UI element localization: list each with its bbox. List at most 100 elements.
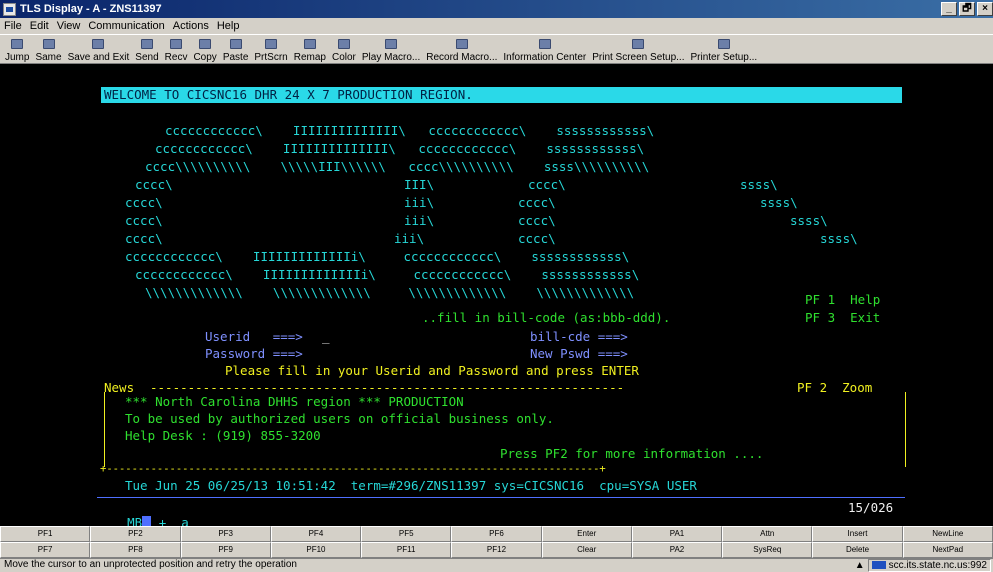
terminal-screen[interactable]: WELCOME TO CICSNC16 DHR 24 X 7 PRODUCTIO… [0,64,993,530]
key-pf6-button[interactable]: PF6 [451,526,542,542]
key-row-2: PF7 PF8 PF9 PF10 PF11 PF12 Clear PA2 SysReq Delet… [0,542,993,558]
scroll-up-icon: ▲ [854,559,865,571]
key-pf2-button[interactable]: PF2 [90,526,181,542]
toolbar-label: Recv [164,52,188,63]
key-nextpad-button[interactable]: NextPad [902,542,993,558]
toolbar-prtscrn-button[interactable]: PrtScrn [251,35,290,63]
toolbar-recv-button[interactable]: Recv [162,35,191,63]
key-pa2-button[interactable]: PA2 [631,542,723,558]
remap-icon [303,39,316,49]
terminal-status-line: Tue Jun 25 06/25/13 10:51:42 term=#296/Z… [125,478,697,493]
menu-view[interactable]: View [53,20,85,32]
minimize-button[interactable]: _ [941,2,957,16]
key-sysreq-button[interactable]: SysReq [722,542,813,558]
key-pa1-button[interactable]: PA1 [631,526,723,542]
key-clear-button[interactable]: Clear [541,542,632,558]
window-title-bar[interactable]: TLS Display - A - ZNS11397 _ 🗗 × [0,0,993,18]
toolbar-color-button[interactable]: Color [329,35,359,63]
window-title: TLS Display - A - ZNS11397 [20,3,162,15]
toolbar: Jump Same Save and Exit Send Recv Copy Paste Pr… [0,34,993,64]
key-panel: PF1 PF2 PF3 PF4 PF5 PF6 Enter PA1 Attn Insert NewL… [0,526,993,558]
key-pf4-button[interactable]: PF4 [270,526,362,542]
toolbar-label: Remap [293,52,326,63]
logo-row-5-c2: cccc\ [518,195,556,210]
menu-file[interactable]: File [0,20,26,32]
toolbar-label: Paste [222,52,249,63]
toolbar-jump-button[interactable]: Jump [2,35,32,63]
printer-setup-icon [717,39,730,49]
billcode-hint: ..fill in bill-code (as:bbb-ddd). [422,310,671,325]
news-bottom-border: +---------------------------------------… [100,463,606,475]
welcome-text: WELCOME TO CICSNC16 DHR 24 X 7 PRODUCTIO… [104,87,473,102]
billcde-field[interactable] [660,329,820,344]
toolbar-copy-button[interactable]: Copy [190,35,219,63]
new-password-field[interactable] [660,346,820,361]
key-enter-button[interactable]: Enter [541,526,632,542]
key-attn-button[interactable]: Attn [722,526,813,542]
logo-row-3: cccc\\\\\\\\\\ \\\\\III\\\\\\ cccc\\\\\\… [145,159,650,174]
toolbar-printer-setup-button[interactable]: Printer Setup... [688,35,761,63]
key-pf10-button[interactable]: PF10 [270,542,362,558]
toolbar-label: PrtScrn [254,52,288,63]
news-line-3: Help Desk : (919) 855-3200 [125,428,321,443]
toolbar-record-macro-button[interactable]: Record Macro... [423,35,500,63]
userid-label: Userid ===> [205,329,303,344]
toolbar-label: Color [331,52,356,63]
menu-communication[interactable]: Communication [84,20,168,32]
menu-help[interactable]: Help [213,20,244,32]
key-pf9-button[interactable]: PF9 [180,542,271,558]
toolbar-save-and-exit-button[interactable]: Save and Exit [65,35,133,63]
logo-row-5-c: cccc\ [125,195,163,210]
maximize-button[interactable]: 🗗 [959,2,975,16]
host-connection: scc.its.state.nc.us:992 [867,558,991,572]
oia-indicator: MB + a [97,500,189,530]
logo-row-7-c2: cccc\ [518,231,556,246]
login-instruction: Please fill in your Userid and Password … [225,363,639,378]
send-icon [140,39,153,49]
key-insert-button[interactable]: Insert [812,526,903,542]
copy-icon [199,39,212,49]
key-pf1-button[interactable]: PF1 [0,526,91,542]
key-delete-button[interactable]: Delete [812,542,903,558]
toolbar-label: Same [35,52,62,63]
toolbar-label: Save and Exit [67,52,130,63]
toolbar-remap-button[interactable]: Remap [291,35,329,63]
app-icon[interactable] [3,2,16,16]
key-pf12-button[interactable]: PF12 [451,542,542,558]
logo-row-7-i: iii\ [394,231,425,246]
news-line-2: To be used by authorized users on offici… [125,411,554,426]
news-line-1: *** North Carolina DHHS region *** PRODU… [125,394,464,409]
status-message: Move the cursor to an unprotected positi… [4,559,297,570]
key-pf8-button[interactable]: PF8 [90,542,181,558]
toolbar-same-button[interactable]: Same [32,35,64,63]
oia-divider [97,497,905,498]
key-pf5-button[interactable]: PF5 [361,526,452,542]
news-more: Press PF2 for more information .... [500,446,764,461]
toolbar-label: Jump [5,52,30,63]
toolbar-label: Send [135,52,159,63]
close-button[interactable]: × [977,2,993,16]
host-name: scc.its.state.nc.us:992 [888,559,987,571]
print-setup-icon [632,39,645,49]
logo-row-4-c2: cccc\ [528,177,566,192]
logo-row-2: cccccccccccc\ IIIIIIIIIIIIII\ cccccccccc… [155,141,645,156]
toolbar-label: Information Center [503,52,587,63]
toolbar-paste-button[interactable]: Paste [220,35,252,63]
toolbar-play-macro-button[interactable]: Play Macro... [359,35,423,63]
network-icon [871,561,886,569]
toolbar-label: Record Macro... [426,52,498,63]
toolbar-information-center-button[interactable]: Information Center [500,35,589,63]
logo-row-4-i: III\ [404,177,435,192]
toolbar-label: Copy [193,52,217,63]
key-pf3-button[interactable]: PF3 [180,526,271,542]
key-newline-button[interactable]: NewLine [902,526,993,542]
password-field[interactable] [322,346,462,361]
toolbar-print-screen-setup-button[interactable]: Print Screen Setup... [589,35,687,63]
toolbar-send-button[interactable]: Send [132,35,161,63]
logo-row-6-s: ssss\ [790,213,828,228]
key-pf7-button[interactable]: PF7 [0,542,91,558]
userid-field[interactable]: _ [322,329,330,344]
menu-edit[interactable]: Edit [26,20,53,32]
key-pf11-button[interactable]: PF11 [361,542,452,558]
menu-actions[interactable]: Actions [169,20,213,32]
